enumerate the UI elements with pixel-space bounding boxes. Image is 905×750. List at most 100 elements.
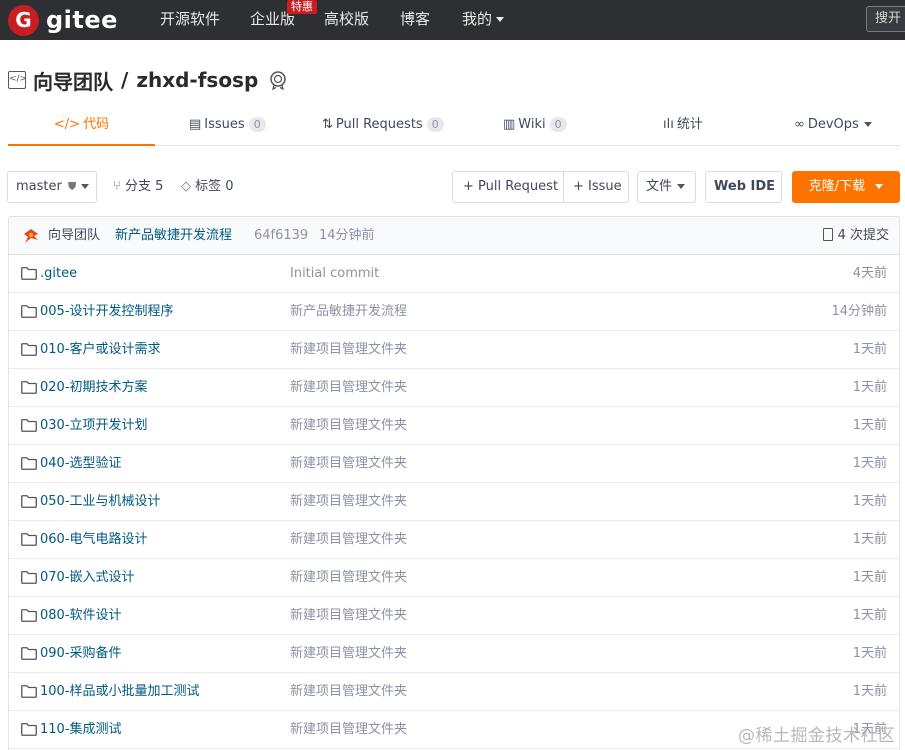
file-commit-message[interactable]: 新建项目管理文件夹 [290, 455, 407, 473]
tab-pull-requests[interactable]: ⇅ Pull Requests 0 [322, 106, 444, 146]
file-row[interactable]: 070-嵌入式设计 新建项目管理文件夹 1天前 [9, 559, 899, 597]
file-row[interactable]: 060-电气电路设计 新建项目管理文件夹 1天前 [9, 521, 899, 559]
tab-code[interactable]: </> 代码 [8, 106, 155, 146]
file-name[interactable]: 050-工业与机械设计 [40, 493, 161, 511]
file-name[interactable]: 020-初期技术方案 [40, 379, 148, 397]
file-row[interactable]: 005-设计开发控制程序 新产品敏捷开发流程 14分钟前 [9, 293, 899, 331]
file-commit-message[interactable]: 新建项目管理文件夹 [290, 721, 407, 739]
pr-issue-button-group: + Pull Request + Issue [452, 171, 629, 203]
tab-devops[interactable]: ∞ DevOps [794, 106, 872, 146]
top-nav: G gitee 开源软件 企业版 特惠 高校版 博客 我的 搜开 [0, 0, 905, 40]
file-row[interactable]: 010-客户或设计需求 新建项目管理文件夹 1天前 [9, 331, 899, 369]
branch-select[interactable]: master ⛊ [7, 171, 97, 203]
file-commit-message[interactable]: 新建项目管理文件夹 [290, 569, 407, 587]
commit-time: 14分钟前 [319, 228, 375, 243]
branch-select-value: master [16, 179, 62, 194]
file-commit-time: 1天前 [852, 608, 887, 623]
nav-item-mine[interactable]: 我的 [462, 9, 505, 29]
branch-icon: ⑂ [113, 179, 121, 194]
nav-item-education[interactable]: 高校版 [324, 9, 369, 29]
clone-download-button[interactable]: 克隆/下载 [792, 171, 900, 203]
file-name[interactable]: 080-软件设计 [40, 607, 122, 625]
devops-icon: ∞ [794, 117, 805, 132]
search-input[interactable]: 搜开 [866, 6, 905, 32]
file-row[interactable]: 090-采购备件 新建项目管理文件夹 1天前 [9, 635, 899, 673]
file-name[interactable]: 060-电气电路设计 [40, 531, 148, 549]
file-commit-message[interactable]: 新建项目管理文件夹 [290, 645, 407, 663]
repo-header: </> 向导团队 / zhxd-fsosp [8, 66, 288, 94]
file-name[interactable]: 090-采购备件 [40, 645, 122, 663]
file-commit-message[interactable]: 新建项目管理文件夹 [290, 417, 407, 435]
file-commit-message[interactable]: 新建项目管理文件夹 [290, 683, 407, 701]
file-commit-time: 1天前 [852, 380, 887, 395]
file-commit-message[interactable]: 新建项目管理文件夹 [290, 607, 407, 625]
file-commit-message[interactable]: 新产品敏捷开发流程 [290, 303, 407, 321]
repo-owner[interactable]: 向导团队 [33, 66, 113, 95]
branches-count: 分支 5 [124, 179, 164, 194]
tag-icon: ◇ [181, 179, 191, 194]
gitee-logo[interactable]: G gitee [8, 4, 118, 36]
folder-icon [21, 343, 37, 356]
file-commit-message[interactable]: 新建项目管理文件夹 [290, 341, 407, 359]
file-name[interactable]: 040-选型验证 [40, 455, 122, 473]
wiki-icon: ▥ [503, 117, 516, 132]
file-menu-button[interactable]: 文件 [637, 171, 696, 203]
file-commit-time: 1天前 [852, 646, 887, 661]
code-repo-icon: </> [8, 71, 27, 89]
promo-badge: 特惠 [287, 0, 317, 14]
commit-sha[interactable]: 64f6139 [254, 227, 308, 245]
file-name[interactable]: 005-设计开发控制程序 [40, 303, 174, 321]
folder-icon [21, 533, 37, 546]
nav-item-mine-label: 我的 [462, 10, 493, 28]
tab-wiki[interactable]: ▥ Wiki 0 [503, 106, 567, 146]
tab-issues-label: Issues [204, 117, 245, 132]
repo-name[interactable]: zhxd-fsosp [136, 68, 258, 92]
file-name[interactable]: 070-嵌入式设计 [40, 569, 135, 587]
file-commit-time: 4天前 [852, 266, 887, 281]
web-ide-button[interactable]: Web IDE [705, 171, 782, 203]
repo-separator: / [121, 68, 129, 92]
avatar[interactable] [23, 228, 39, 244]
chevron-down-icon [875, 184, 884, 189]
file-row[interactable]: .gitee Initial commit 4天前 [9, 255, 899, 293]
tab-stats[interactable]: ılı 统计 [663, 106, 703, 146]
last-commit-bar: 向导团队 新产品敏捷开发流程 64f6139 14分钟前 4 次提交 [9, 217, 899, 255]
tags-link[interactable]: ◇ 标签 0 [181, 178, 234, 196]
commits-count-link[interactable]: 4 次提交 [822, 227, 889, 245]
file-row[interactable]: 080-软件设计 新建项目管理文件夹 1天前 [9, 597, 899, 635]
folder-icon [21, 305, 37, 318]
file-name[interactable]: 110-集成测试 [40, 721, 122, 739]
tab-issues[interactable]: ▤ Issues 0 [189, 106, 266, 146]
file-row[interactable]: 030-立项开发计划 新建项目管理文件夹 1天前 [9, 407, 899, 445]
chevron-down-icon [81, 184, 90, 189]
new-issue-button[interactable]: + Issue [573, 172, 622, 202]
file-row[interactable]: 100-样品或小批量加工测试 新建项目管理文件夹 1天前 [9, 673, 899, 711]
file-commit-message[interactable]: Initial commit [290, 265, 379, 283]
file-commit-time: 1天前 [852, 342, 887, 357]
file-row[interactable]: 020-初期技术方案 新建项目管理文件夹 1天前 [9, 369, 899, 407]
nav-item-open-source[interactable]: 开源软件 [160, 9, 220, 29]
folder-icon [21, 457, 37, 470]
tags-count: 标签 0 [195, 179, 234, 194]
commit-author[interactable]: 向导团队 [48, 227, 100, 245]
new-pull-request-button[interactable]: + Pull Request [463, 172, 558, 202]
file-commit-message[interactable]: 新建项目管理文件夹 [290, 531, 407, 549]
file-commit-message[interactable]: 新建项目管理文件夹 [290, 493, 407, 511]
file-row[interactable]: 050-工业与机械设计 新建项目管理文件夹 1天前 [9, 483, 899, 521]
file-commit-message[interactable]: 新建项目管理文件夹 [290, 379, 407, 397]
file-row[interactable]: 040-选型验证 新建项目管理文件夹 1天前 [9, 445, 899, 483]
shield-icon: ⛊ [67, 180, 77, 193]
branches-link[interactable]: ⑂ 分支 5 [113, 178, 163, 196]
gitee-logo-mark: G [8, 4, 39, 36]
commit-message[interactable]: 新产品敏捷开发流程 [115, 227, 232, 245]
file-name[interactable]: 100-样品或小批量加工测试 [40, 683, 200, 701]
watermark: @稀土掘金技术社区 [738, 726, 896, 746]
nav-item-blog[interactable]: 博客 [400, 9, 430, 29]
folder-icon [21, 381, 37, 394]
file-name[interactable]: 030-立项开发计划 [40, 417, 148, 435]
commits-count: 4 次提交 [837, 228, 889, 243]
file-name[interactable]: .gitee [40, 265, 77, 283]
file-commit-time: 1天前 [852, 570, 887, 585]
file-name[interactable]: 010-客户或设计需求 [40, 341, 161, 359]
folder-icon [21, 685, 37, 698]
